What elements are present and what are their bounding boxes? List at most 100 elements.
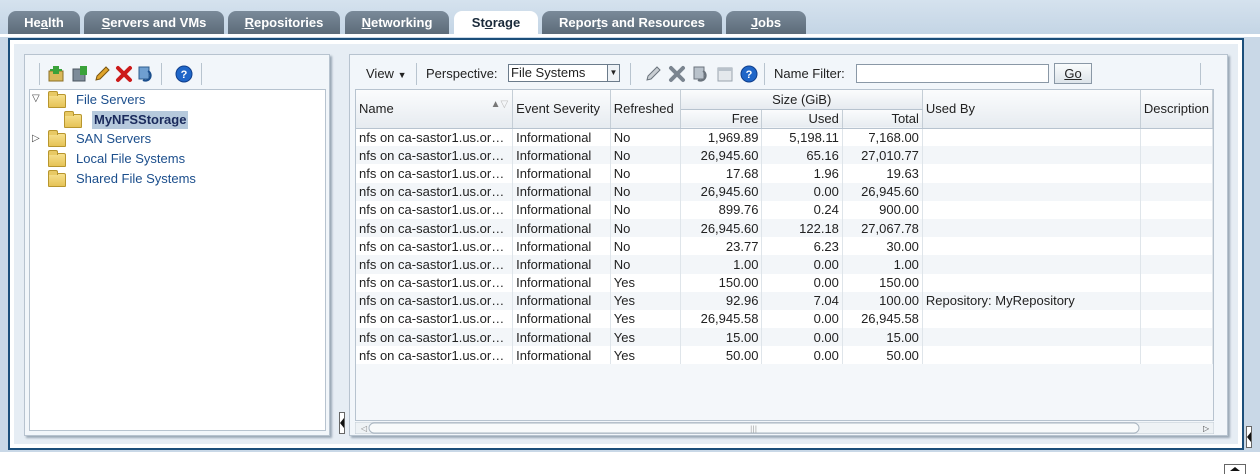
table-row[interactable]: nfs on ca-sastor1.us.or… Informational No 1… — [356, 255, 1213, 274]
edit-icon[interactable] — [644, 65, 662, 83]
column-header-name[interactable]: Name ▲▽ — [356, 90, 514, 129]
perspective-select[interactable]: File Systems ▼ — [508, 64, 620, 82]
cell-refreshed: No — [610, 182, 682, 201]
column-header-description[interactable]: Description — [1140, 90, 1213, 129]
collapse-panel-handle[interactable] — [339, 412, 345, 434]
status-bar — [0, 452, 1260, 474]
tab-networking[interactable]: Networking — [345, 11, 449, 34]
delete-icon[interactable] — [668, 65, 686, 83]
table-row[interactable]: nfs on ca-sastor1.us.or… Informational No 8… — [356, 200, 1213, 219]
tab-storage[interactable]: Storage — [454, 11, 538, 36]
cell-used-by — [922, 218, 1141, 238]
svg-text:◁: ◁ — [360, 424, 367, 433]
column-header-used-by[interactable]: Used By — [922, 90, 1141, 129]
main-tab-bar: Health Servers and VMs Repositories Netw… — [0, 0, 1260, 36]
cell-used: 0.00 — [761, 346, 843, 365]
tab-health[interactable]: Health — [8, 11, 80, 34]
edit-icon[interactable] — [93, 65, 111, 83]
cell-name: nfs on ca-sastor1.us.or… — [356, 237, 514, 256]
calendar-icon[interactable] — [716, 65, 734, 83]
discover-icon[interactable] — [71, 65, 89, 83]
tree-item-san-servers[interactable]: SAN Servers — [76, 130, 151, 148]
column-header-refreshed[interactable]: Refreshed — [610, 90, 682, 129]
cell-event-severity: Informational — [512, 128, 611, 147]
cell-description — [1140, 128, 1213, 147]
chevron-down-icon: ▼ — [397, 70, 407, 80]
tab-jobs[interactable]: Jobs — [726, 11, 806, 34]
cell-name: nfs on ca-sastor1.us.or… — [356, 291, 514, 310]
cell-refreshed: Yes — [610, 328, 682, 347]
table-row[interactable]: nfs on ca-sastor1.us.or… Informational Yes… — [356, 346, 1213, 365]
storage-frame: ? ▽ File Servers MyNFSStorage ▷ SAN Serv… — [8, 38, 1252, 450]
expand-icon[interactable]: ▷ — [32, 134, 42, 144]
cell-used: 6.23 — [761, 237, 843, 256]
cell-total: 26,945.60 — [842, 182, 923, 201]
cell-total: 15.00 — [842, 328, 923, 347]
cell-name: nfs on ca-sastor1.us.or… — [356, 273, 514, 292]
help-icon[interactable]: ? — [175, 65, 193, 83]
cell-refreshed: No — [610, 218, 682, 238]
cell-free: 26,945.60 — [680, 218, 763, 238]
cell-total: 19.63 — [842, 164, 923, 183]
cell-name: nfs on ca-sastor1.us.or… — [356, 200, 514, 219]
view-menu[interactable]: View ▼ — [366, 66, 407, 81]
cell-refreshed: Yes — [610, 291, 682, 310]
table-row[interactable]: nfs on ca-sastor1.us.or… Informational Yes… — [356, 328, 1213, 347]
cell-refreshed: Yes — [610, 309, 682, 329]
column-header-free[interactable]: Free — [680, 109, 763, 129]
table-row[interactable]: nfs on ca-sastor1.us.or… Informational Yes… — [356, 273, 1213, 292]
cell-description — [1140, 237, 1213, 256]
cell-used: 0.00 — [761, 309, 843, 329]
help-icon[interactable]: ? — [740, 65, 758, 83]
name-filter-input[interactable] — [856, 64, 1049, 83]
tree-item-file-servers[interactable]: File Servers — [76, 91, 145, 109]
cell-refreshed: Yes — [610, 346, 682, 365]
cell-name: nfs on ca-sastor1.us.or… — [356, 309, 514, 329]
column-header-used[interactable]: Used — [761, 109, 843, 129]
toolbar-separator — [201, 63, 202, 85]
cell-description — [1140, 218, 1213, 238]
cell-event-severity: Informational — [512, 182, 611, 201]
table-row[interactable]: nfs on ca-sastor1.us.or… Informational Yes… — [356, 291, 1213, 310]
cell-description — [1140, 164, 1213, 183]
table-row[interactable]: nfs on ca-sastor1.us.or… Informational No 2… — [356, 146, 1213, 165]
cell-used: 7.04 — [761, 291, 843, 310]
table-row[interactable]: nfs on ca-sastor1.us.or… Informational No 1… — [356, 164, 1213, 183]
cell-description — [1140, 146, 1213, 165]
collapse-panel-handle[interactable] — [1246, 426, 1252, 448]
cell-total: 900.00 — [842, 200, 923, 219]
sort-icon[interactable]: ▲▽ — [491, 95, 509, 110]
horizontal-scrollbar[interactable]: ◁ ▷ ||| — [355, 422, 1214, 434]
file-server-folder-icon — [48, 91, 66, 108]
cell-used: 1.96 — [761, 164, 843, 183]
collapse-icon[interactable]: ▽ — [32, 94, 42, 104]
go-button[interactable]: Go — [1054, 63, 1092, 84]
cell-event-severity: Informational — [512, 273, 611, 292]
tree-item-mynfsstorage[interactable]: MyNFSStorage — [92, 111, 189, 129]
refresh-icon[interactable] — [692, 65, 710, 83]
table-row[interactable]: nfs on ca-sastor1.us.or… Informational No 2… — [356, 182, 1213, 201]
cell-refreshed: No — [610, 237, 682, 256]
cell-total: 50.00 — [842, 346, 923, 365]
tab-repositories[interactable]: Repositories — [228, 11, 340, 34]
table-row[interactable]: nfs on ca-sastor1.us.or… Informational Yes… — [356, 309, 1213, 329]
column-header-total[interactable]: Total — [842, 109, 923, 129]
delete-icon[interactable] — [115, 65, 133, 83]
add-storage-icon[interactable] — [47, 65, 65, 83]
cell-free: 50.00 — [680, 346, 763, 365]
name-filter-label: Name Filter: — [774, 66, 845, 81]
cell-description — [1140, 309, 1213, 329]
table-row[interactable]: nfs on ca-sastor1.us.or… Informational No 2… — [356, 218, 1213, 238]
tree-item-shared-file-systems[interactable]: Shared File Systems — [76, 170, 196, 188]
table-row[interactable]: nfs on ca-sastor1.us.or… Informational No 2… — [356, 237, 1213, 256]
tab-servers-and-vms[interactable]: Servers and VMs — [84, 11, 224, 34]
tab-reports-and-resources[interactable]: Reports and Resources — [542, 11, 722, 34]
column-header-event-severity[interactable]: Event Severity — [512, 90, 611, 129]
view-menu-label: View — [366, 66, 394, 81]
tree-item-local-file-systems[interactable]: Local File Systems — [76, 150, 185, 168]
cell-free: 92.96 — [680, 291, 763, 310]
refresh-icon[interactable] — [137, 65, 155, 83]
expand-panel-handle[interactable] — [1224, 464, 1246, 474]
table-row[interactable]: nfs on ca-sastor1.us.or… Informational No 1… — [356, 128, 1213, 147]
tab-label: Storage — [471, 15, 521, 30]
